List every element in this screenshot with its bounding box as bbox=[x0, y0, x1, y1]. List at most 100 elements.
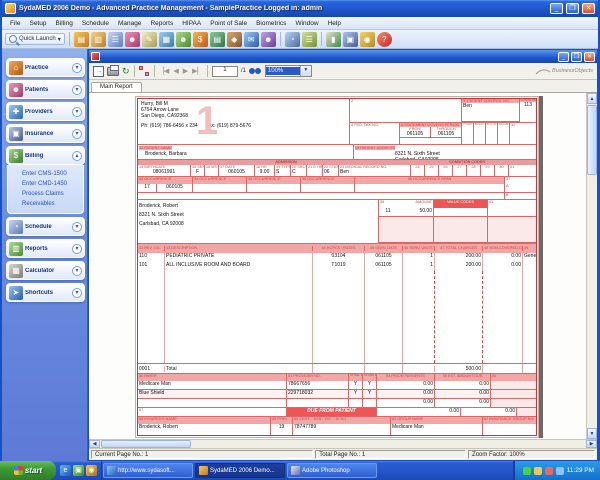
print-icon[interactable] bbox=[107, 67, 119, 76]
payment-coin-icon[interactable]: $ bbox=[193, 32, 208, 47]
network-icon[interactable] bbox=[523, 467, 531, 475]
title-bar[interactable]: SydaMED 2006 Demo - Advanced Practice Ma… bbox=[2, 0, 598, 17]
desktop-icon[interactable]: ▣ bbox=[73, 465, 84, 476]
statement-covers-box: 6 STATEMENT COVERS PERIOD FROM THROUGH 0… bbox=[399, 123, 461, 144]
child-minimize-button[interactable]: _ bbox=[558, 52, 569, 62]
ie-icon[interactable]: e bbox=[60, 465, 71, 476]
new-patient-icon[interactable]: ☻ bbox=[125, 32, 140, 47]
report-window-titlebar[interactable]: _ ❐ ✕ bbox=[89, 50, 597, 63]
due-from-patient-row: 57 DUE FROM PATIENT 0.00 0.00 bbox=[138, 408, 536, 417]
export-icon[interactable] bbox=[93, 66, 104, 77]
menu-reports[interactable]: Reports bbox=[146, 19, 177, 28]
menu-point-of-sale[interactable]: Point of Sale bbox=[206, 19, 251, 28]
menu-help[interactable]: Help bbox=[324, 19, 345, 28]
link-enter-cms-1500[interactable]: Enter CMS-1500 bbox=[22, 169, 83, 179]
lock-icon[interactable]: ◉ bbox=[360, 32, 375, 47]
last-page-icon[interactable]: ▶▏ bbox=[192, 67, 203, 75]
chevron-down-icon[interactable]: ▾ bbox=[72, 288, 82, 298]
statement-icon[interactable]: ▦ bbox=[159, 32, 174, 47]
menu-file[interactable]: File bbox=[6, 19, 24, 28]
menu-schedule[interactable]: Schedule bbox=[78, 19, 113, 28]
monitor-icon[interactable]: ▣ bbox=[343, 32, 358, 47]
sidebar-item-calculator[interactable]: ▦ Calculator ▾ bbox=[6, 261, 85, 280]
child-close-button[interactable]: ✕ bbox=[584, 52, 595, 62]
search-binoculars-icon[interactable] bbox=[249, 67, 262, 75]
next-page-icon[interactable]: ▶ bbox=[183, 67, 188, 75]
user-group-icon[interactable]: ☻ bbox=[176, 32, 191, 47]
zoom-value[interactable]: 100% bbox=[266, 67, 300, 75]
task-list-icon[interactable]: ☰ bbox=[302, 32, 317, 47]
menu-hipaa[interactable]: HIPAA bbox=[178, 19, 205, 28]
scrollbar-thumb[interactable] bbox=[587, 105, 597, 175]
sidebar-item-patients[interactable]: ☻ Patients ▾ bbox=[6, 80, 85, 99]
chevron-down-icon[interactable]: ▾ bbox=[72, 266, 82, 276]
close-button[interactable]: ✕ bbox=[582, 3, 595, 14]
chevron-down-icon[interactable]: ▾ bbox=[72, 129, 82, 139]
chart-icon[interactable]: ▮ bbox=[326, 32, 341, 47]
ledger-icon[interactable]: ▤ bbox=[210, 32, 225, 47]
patient-list-icon[interactable]: ☰ bbox=[108, 32, 123, 47]
quick-launch-button[interactable]: Quick Launch ▾ bbox=[5, 33, 65, 45]
prev-page-icon[interactable]: ◀ bbox=[173, 67, 178, 75]
minimize-button[interactable]: _ bbox=[550, 3, 563, 14]
chevron-down-icon[interactable]: ▾ bbox=[72, 107, 82, 117]
group-tree-icon[interactable] bbox=[139, 66, 150, 77]
medical-record-value: Ben bbox=[338, 169, 410, 176]
sidebar-item-providers[interactable]: ✚ Providers ▾ bbox=[6, 102, 85, 121]
horizontal-scrollbar[interactable]: ◀ ▶ bbox=[89, 439, 597, 448]
task-browser[interactable]: http://www.sydasoft... bbox=[103, 463, 193, 478]
menu-manage[interactable]: Manage bbox=[114, 19, 146, 28]
sidebar-item-reports[interactable]: ▥ Reports ▾ bbox=[6, 239, 85, 258]
report-canvas[interactable]: 1 Hurry, Bill M 6754 Arrow Lane San Dieg… bbox=[89, 93, 597, 439]
chevron-down-icon[interactable]: ▾ bbox=[72, 63, 82, 73]
document-icon[interactable]: ✎ bbox=[142, 32, 157, 47]
open-folder-icon[interactable]: ▥ bbox=[91, 32, 106, 47]
security-icon[interactable] bbox=[545, 467, 553, 475]
menu-setup[interactable]: Setup bbox=[25, 19, 50, 28]
chevron-up-icon[interactable]: ▴ bbox=[72, 151, 82, 161]
chevron-down-icon[interactable]: ▾ bbox=[72, 222, 82, 232]
child-restore-button[interactable]: ❐ bbox=[571, 52, 582, 62]
chevron-down-icon[interactable]: ▾ bbox=[72, 244, 82, 254]
sidebar-item-insurance[interactable]: ▣ Insurance ▾ bbox=[6, 124, 85, 143]
sidebar-item-billing[interactable]: $ Billing ▴ Enter CMS-1500 Enter CMD-145… bbox=[6, 146, 85, 214]
volume-icon[interactable] bbox=[534, 467, 542, 475]
practice-folder-icon[interactable]: ▤ bbox=[74, 32, 89, 47]
scroll-left-icon[interactable]: ◀ bbox=[89, 440, 100, 448]
update-icon[interactable] bbox=[556, 467, 564, 475]
scroll-up-icon[interactable]: ▲ bbox=[587, 93, 597, 104]
vertical-scrollbar[interactable]: ▲ ▼ bbox=[586, 93, 597, 439]
zoom-dropdown-icon[interactable]: ▼ bbox=[300, 66, 311, 76]
link-process-claims[interactable]: Process Claims bbox=[22, 189, 83, 199]
media-icon[interactable]: ◉ bbox=[86, 465, 97, 476]
task-photoshop[interactable]: Adobe Photoshop bbox=[287, 463, 377, 478]
maximize-button[interactable]: ❐ bbox=[566, 3, 579, 14]
sidebar-item-schedule[interactable]: ◔ Schedule ▾ bbox=[6, 217, 85, 236]
link-enter-cmd-1450[interactable]: Enter CMD-1450 bbox=[22, 179, 83, 189]
sidebar-item-practice[interactable]: ⌂ Practice ▾ bbox=[6, 58, 85, 77]
help-icon[interactable]: ? bbox=[377, 32, 392, 47]
menu-biometrics[interactable]: Biometrics bbox=[252, 19, 290, 28]
user-admin-icon[interactable]: ☻ bbox=[261, 32, 276, 47]
tab-main-report[interactable]: Main Report bbox=[91, 82, 142, 92]
occurrence-code: 17 bbox=[138, 184, 156, 192]
link-receivables[interactable]: Receivables bbox=[22, 199, 83, 209]
charges-icon[interactable]: ◆ bbox=[227, 32, 242, 47]
scroll-right-icon[interactable]: ▶ bbox=[586, 440, 597, 448]
page-number-input[interactable]: 1 bbox=[212, 66, 238, 77]
menu-billing[interactable]: Billing bbox=[51, 19, 76, 28]
menu-window[interactable]: Window bbox=[291, 19, 322, 28]
zoom-combo[interactable]: 100% ▼ bbox=[265, 65, 312, 77]
sidebar-item-shortcuts[interactable]: ➤ Shortcuts ▾ bbox=[6, 283, 85, 302]
messages-icon[interactable]: ✉ bbox=[244, 32, 259, 47]
workspace: ⌂ Practice ▾ ☻ Patients ▾ ✚ Provider bbox=[2, 49, 598, 461]
refresh-icon[interactable]: ↻ bbox=[122, 66, 130, 77]
clock[interactable]: 11:29 PM bbox=[567, 467, 594, 474]
task-sydamed[interactable]: SydaMED 2006 Demo... bbox=[195, 463, 285, 478]
timeclock-icon[interactable]: ◔ bbox=[285, 32, 300, 47]
scrollbar-thumb[interactable] bbox=[101, 440, 191, 448]
start-button[interactable]: start bbox=[0, 461, 56, 480]
first-page-icon[interactable]: ▕◀ bbox=[159, 67, 170, 75]
chevron-down-icon[interactable]: ▾ bbox=[72, 85, 82, 95]
scroll-down-icon[interactable]: ▼ bbox=[587, 428, 597, 439]
